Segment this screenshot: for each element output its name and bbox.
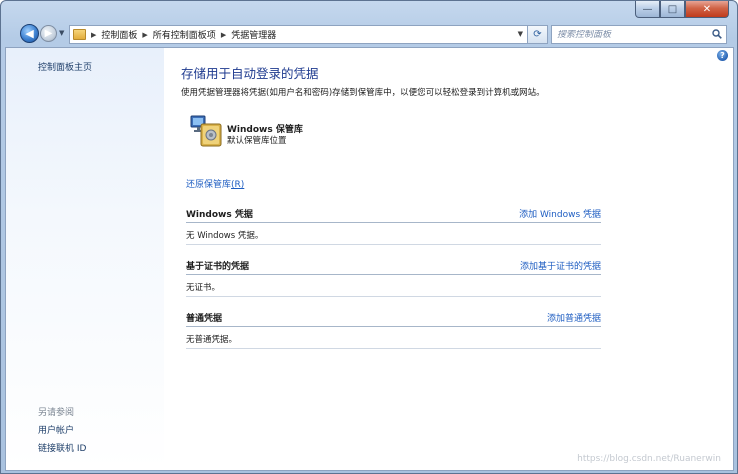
see-also-heading: 另请参阅 (38, 408, 75, 418)
section-header: 基于证书的凭据 添加基于证书的凭据 (186, 257, 601, 273)
section-divider (186, 222, 601, 223)
forward-button[interactable]: ▶ (40, 25, 57, 42)
refresh-button[interactable]: ⟳ (528, 25, 548, 44)
section-divider (186, 274, 601, 275)
page-description: 使用凭据管理器将凭据(如用户名和密码)存储到保管库中，以便您可以轻松登录到计算机… (181, 88, 545, 98)
section-title: Windows 凭据 (186, 210, 253, 220)
section-empty-text: 无 Windows 凭据。 (186, 231, 264, 241)
credential-manager-window: — □ ✕ ◀ ▶ ▼ ▶ 控制面板 ▶ 所有控制面板项 ▶ 凭据管理器 ▼ ⟳ (0, 0, 738, 474)
sidebar-link-online-id[interactable]: 链接联机 ID (38, 441, 86, 454)
watermark: https://blog.csdn.net/Ruanerwin (577, 454, 721, 464)
minimize-button[interactable]: — (635, 1, 660, 18)
main-panel: 存储用于自动登录的凭据 使用凭据管理器将凭据(如用户名和密码)存储到保管库中，以… (181, 48, 721, 470)
sidebar-link-control-panel-home[interactable]: 控制面板主页 (38, 60, 92, 73)
search-box[interactable] (551, 25, 727, 44)
navigation-bar: ◀ ▶ ▼ ▶ 控制面板 ▶ 所有控制面板项 ▶ 凭据管理器 ▼ ⟳ (1, 21, 737, 47)
address-dropdown-icon[interactable]: ▼ (518, 30, 523, 38)
chevron-right-icon[interactable]: ▶ (142, 31, 147, 39)
title-bar[interactable]: — □ ✕ (1, 1, 737, 21)
vault-subtitle: 默认保管库位置 (227, 136, 287, 146)
caption-buttons: — □ ✕ (635, 1, 729, 18)
breadcrumb-credential-manager[interactable]: 凭据管理器 (231, 28, 276, 41)
section-divider (186, 326, 601, 327)
certificate-credentials-section: 基于证书的凭据 添加基于证书的凭据 无证书。 (186, 257, 601, 299)
generic-credentials-section: 普通凭据 添加普通凭据 无普通凭据。 (186, 309, 601, 351)
maximize-button[interactable]: □ (660, 1, 685, 18)
add-generic-credential-link[interactable]: 添加普通凭据 (547, 311, 601, 324)
page-title: 存储用于自动登录的凭据 (181, 66, 319, 81)
section-header: 普通凭据 添加普通凭据 (186, 309, 601, 325)
breadcrumb-all-items[interactable]: 所有控制面板项 (153, 28, 216, 41)
section-bottom-divider (186, 296, 601, 297)
windows-vault[interactable]: Windows 保管库 默认保管库位置 (189, 114, 389, 150)
add-windows-credential-link[interactable]: 添加 Windows 凭据 (519, 207, 601, 220)
add-certificate-credential-link[interactable]: 添加基于证书的凭据 (520, 259, 601, 272)
refresh-icon: ⟳ (533, 29, 542, 40)
chevron-right-icon[interactable]: ▶ (91, 31, 96, 39)
restore-vault-shortcut: (R) (231, 180, 245, 190)
section-empty-text: 无证书。 (186, 283, 221, 293)
content-area: 控制面板主页 另请参阅 用户帐户 链接联机 ID ? 存储用于自动登录的凭据 使… (5, 47, 734, 471)
section-title: 基于证书的凭据 (186, 262, 250, 272)
chevron-right-icon[interactable]: ▶ (221, 31, 226, 39)
control-panel-folder-icon (73, 29, 86, 40)
restore-vault-label: 还原保管库 (186, 180, 232, 190)
section-bottom-divider (186, 244, 601, 245)
back-button[interactable]: ◀ (20, 24, 39, 43)
recent-pages-chevron-icon[interactable]: ▼ (59, 29, 67, 37)
search-input[interactable] (557, 29, 707, 40)
section-header: Windows 凭据 添加 Windows 凭据 (186, 205, 601, 221)
section-empty-text: 无普通凭据。 (186, 335, 238, 345)
section-title: 普通凭据 (186, 314, 223, 324)
close-button[interactable]: ✕ (685, 1, 729, 18)
sidebar: 控制面板主页 另请参阅 用户帐户 链接联机 ID (6, 48, 164, 470)
breadcrumb-control-panel[interactable]: 控制面板 (101, 28, 137, 41)
sidebar-link-user-accounts[interactable]: 用户帐户 (38, 423, 74, 436)
section-bottom-divider (186, 348, 601, 349)
search-icon[interactable] (712, 29, 722, 39)
windows-credentials-section: Windows 凭据 添加 Windows 凭据 无 Windows 凭据。 (186, 205, 601, 247)
address-bar[interactable]: ▶ 控制面板 ▶ 所有控制面板项 ▶ 凭据管理器 ▼ (69, 25, 528, 44)
vault-icon (190, 115, 222, 147)
restore-vault-link[interactable]: 还原保管库(R) (186, 177, 244, 190)
